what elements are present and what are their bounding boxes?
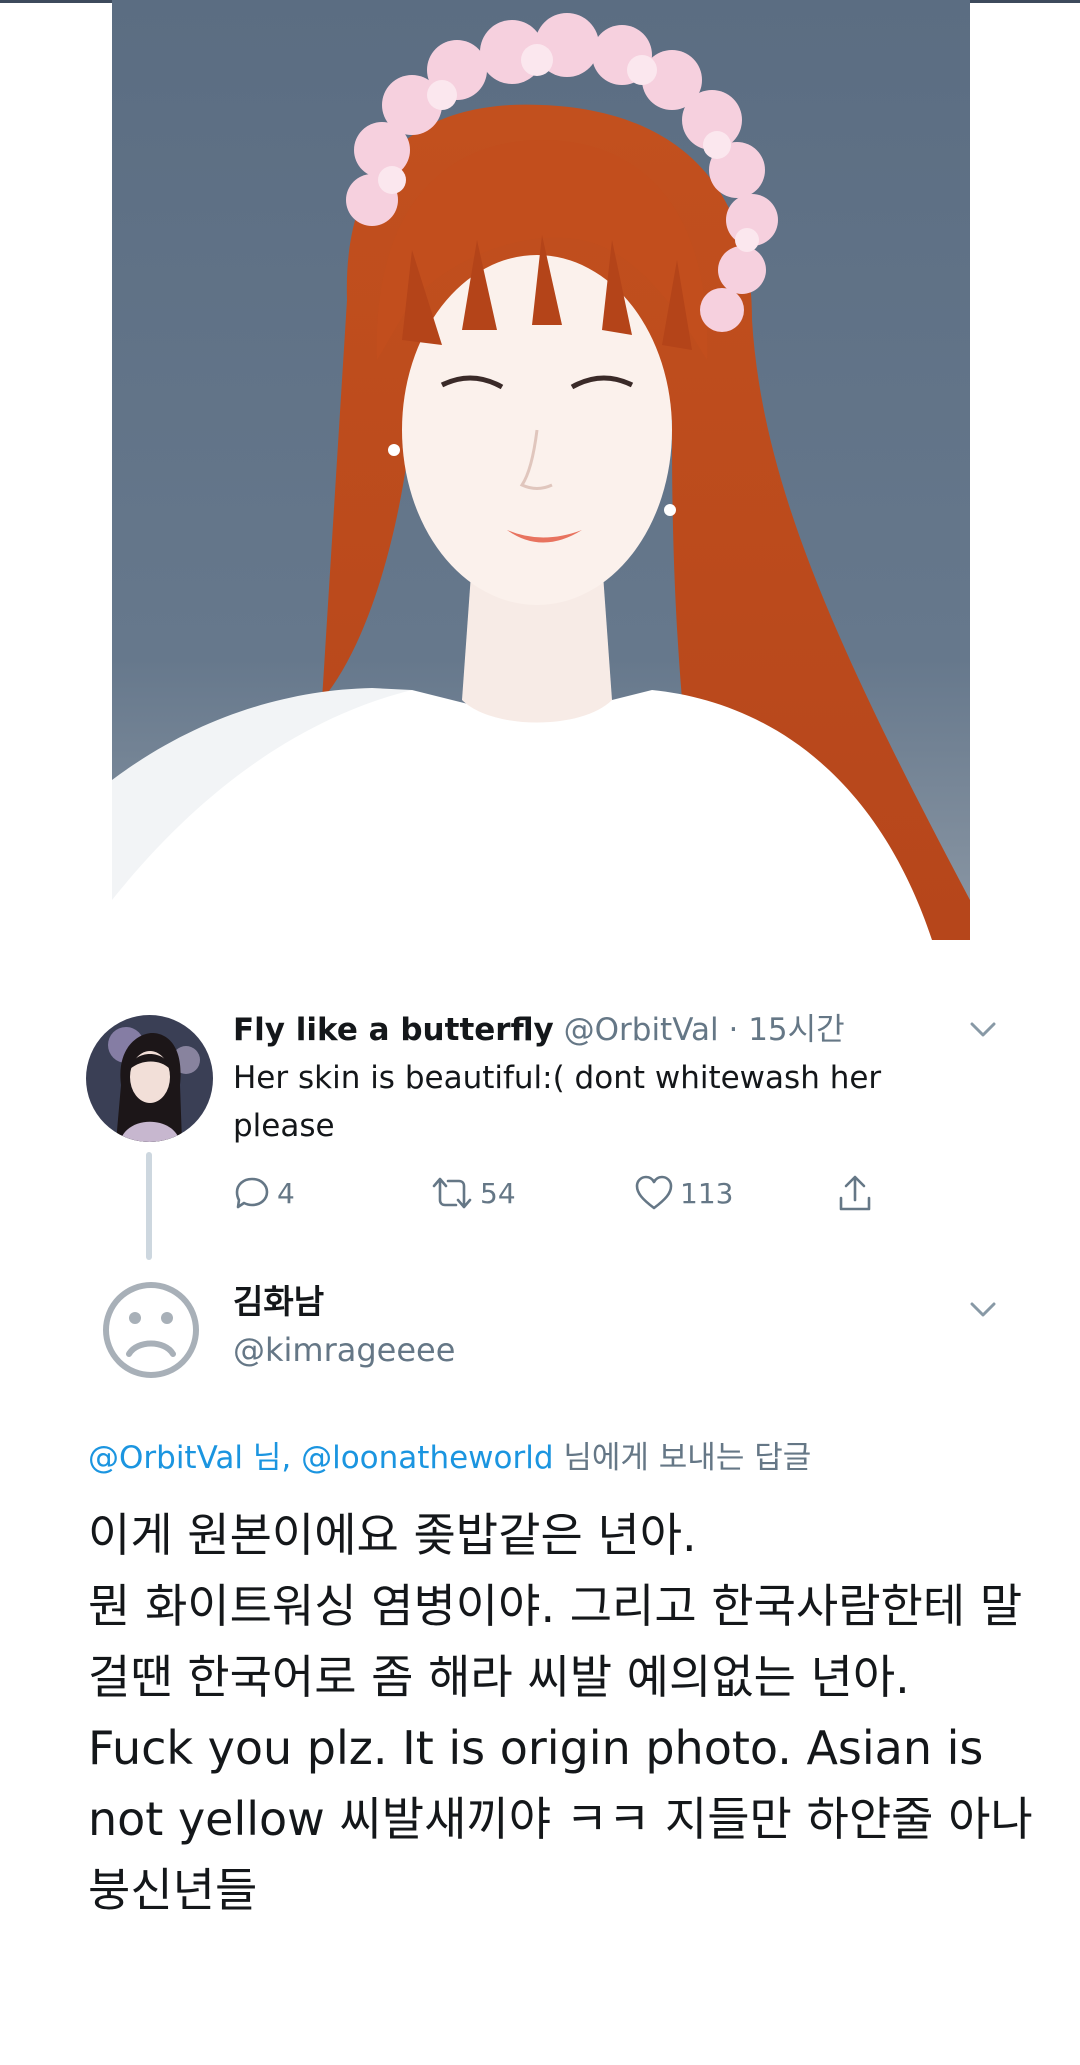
replying-to-label: 님에게 보내는 답글 bbox=[553, 1440, 812, 1476]
reply-line: 이게 원본이에요 좆밥같은 년아. bbox=[88, 1508, 697, 1562]
replying-to: @OrbitVal 님, @loonatheworld 님에게 보내는 답글 bbox=[88, 1436, 811, 1480]
sad-face-icon[interactable] bbox=[101, 1280, 201, 1380]
chevron-down-icon[interactable] bbox=[970, 1302, 996, 1318]
reply-count: 4 bbox=[277, 1176, 295, 1210]
like-button[interactable]: 113 bbox=[634, 1174, 733, 1212]
reply-author-name[interactable]: 김화남 bbox=[233, 1280, 324, 1324]
mention-link[interactable]: @loonatheworld bbox=[301, 1440, 553, 1476]
share-icon bbox=[836, 1174, 874, 1214]
speech-bubble-icon bbox=[233, 1174, 271, 1212]
reply-button[interactable]: 4 bbox=[233, 1174, 295, 1212]
tweet-header: Fly like a butterfly @OrbitVal · 15시간 bbox=[233, 1008, 845, 1052]
reply-line: Fuck you plz. It is origin photo. Asian … bbox=[88, 1721, 1033, 1917]
reply-line: 뭔 화이트워싱 염병이야. 그리고 한국사람한테 말걸땐 한국어로 좀 해라 씨… bbox=[88, 1579, 1023, 1704]
retweet-icon bbox=[430, 1174, 474, 1212]
mention-suffix: 님, bbox=[243, 1440, 302, 1476]
attached-photo[interactable] bbox=[112, 0, 970, 940]
heart-icon bbox=[634, 1174, 674, 1212]
share-button[interactable] bbox=[836, 1174, 874, 1214]
author-handle[interactable]: @OrbitVal bbox=[564, 1012, 719, 1048]
retweet-button[interactable]: 54 bbox=[430, 1174, 516, 1212]
chevron-down-icon[interactable] bbox=[970, 1022, 996, 1038]
tweet-text: Her skin is beautiful:( dont whitewash h… bbox=[233, 1060, 882, 1144]
reply-text: 이게 원본이에요 좆밥같은 년아. 뭔 화이트워싱 염병이야. 그리고 한국사람… bbox=[88, 1500, 1048, 1926]
tweet-time[interactable]: 15시간 bbox=[748, 1012, 845, 1048]
reply-author-handle[interactable]: @kimrageeee bbox=[233, 1328, 455, 1372]
retweet-count: 54 bbox=[480, 1176, 516, 1210]
thread-connector bbox=[146, 1152, 152, 1260]
author-name[interactable]: Fly like a butterfly bbox=[233, 1012, 554, 1048]
meta-separator: · bbox=[718, 1012, 749, 1048]
avatar[interactable] bbox=[86, 1015, 213, 1142]
like-count: 113 bbox=[680, 1176, 734, 1210]
mention-link[interactable]: @OrbitVal bbox=[88, 1440, 243, 1476]
